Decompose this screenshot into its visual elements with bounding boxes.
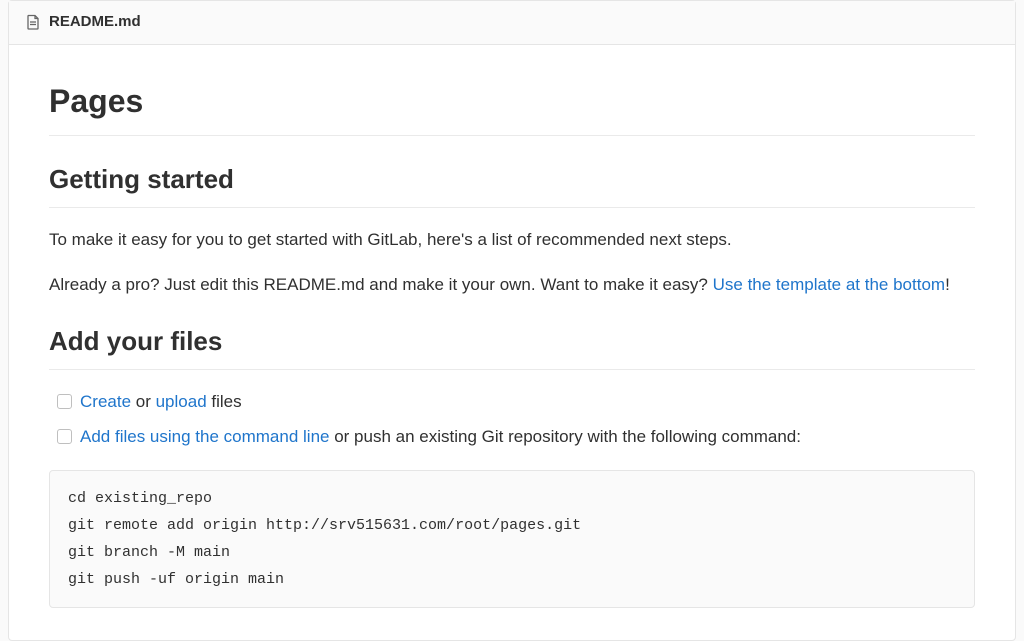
cli-link[interactable]: Add files using the command line: [80, 427, 329, 446]
section-add-files: Add your files: [49, 322, 975, 370]
file-header: README.md: [9, 1, 1015, 45]
task-item: Add files using the command line or push…: [57, 423, 975, 452]
task-list: Create or upload files Add files using t…: [49, 388, 975, 452]
pro-suffix: !: [945, 275, 950, 294]
document-icon: [25, 14, 41, 30]
template-link[interactable]: Use the template at the bottom: [713, 275, 945, 294]
checkbox-icon[interactable]: [57, 394, 72, 409]
pro-paragraph: Already a pro? Just edit this README.md …: [49, 271, 975, 298]
code-block: cd existing_repo git remote add origin h…: [49, 470, 975, 608]
section-getting-started: Getting started: [49, 160, 975, 208]
create-link[interactable]: Create: [80, 392, 131, 411]
task-text: Create or upload files: [80, 388, 975, 417]
intro-paragraph: To make it easy for you to get started w…: [49, 226, 975, 253]
checkbox-icon[interactable]: [57, 429, 72, 444]
file-name: README.md: [49, 11, 141, 34]
task-text: Add files using the command line or push…: [80, 423, 975, 452]
readme-content: Pages Getting started To make it easy fo…: [9, 45, 1015, 640]
page-title: Pages: [49, 77, 975, 136]
readme-container: README.md Pages Getting started To make …: [8, 0, 1016, 641]
pro-prefix: Already a pro? Just edit this README.md …: [49, 275, 713, 294]
task-item: Create or upload files: [57, 388, 975, 417]
upload-link[interactable]: upload: [156, 392, 207, 411]
